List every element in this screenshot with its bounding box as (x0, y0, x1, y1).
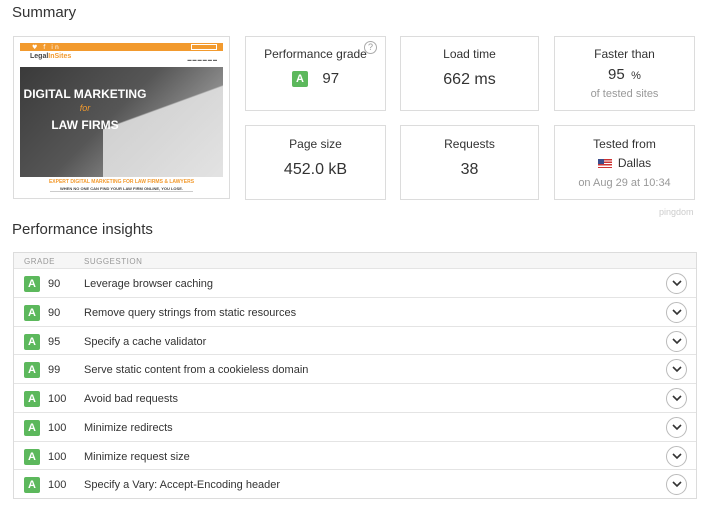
requests-label: Requests (444, 137, 495, 151)
chevron-down-icon (672, 280, 682, 287)
page-size-label: Page size (289, 137, 342, 151)
table-row[interactable]: A 99 Serve static content from a cookiel… (14, 355, 696, 384)
chevron-down-icon (672, 337, 682, 344)
grade-badge: A (24, 304, 40, 321)
table-row[interactable]: A 100 Avoid bad requests (14, 384, 696, 413)
tested-from-card: Tested from Dallas on Aug 29 at 10:34 (554, 125, 695, 200)
row-score: 90 (48, 306, 61, 319)
performance-grade-card: ? Performance grade A 97 (245, 36, 386, 111)
grade-badge: A (24, 276, 40, 292)
preview-headline-1: DIGITAL MARKETING (23, 87, 147, 101)
page-size-value: 452.0 kB (283, 161, 348, 178)
preview-menu: ▬ ▬ ▬ ▬ ▬ ▬ (187, 57, 217, 62)
row-score: 100 (48, 450, 67, 463)
expand-button[interactable] (666, 445, 687, 467)
insights-table-header: GRADE SUGGESTION (14, 253, 696, 269)
preview-headline-3: LAW FIRMS (51, 118, 119, 132)
row-suggestion: Minimize redirects (84, 421, 173, 434)
chevron-down-icon (672, 481, 682, 488)
table-row[interactable]: A 90 Remove query strings from static re… (14, 298, 696, 327)
chevron-down-icon (672, 452, 682, 459)
faster-than-label: Faster than (594, 47, 655, 61)
faster-than-unit: % (631, 70, 641, 82)
expand-button[interactable] (666, 273, 687, 294)
expand-button[interactable] (666, 474, 687, 496)
grade-badge: A (24, 477, 40, 494)
grade-badge: A (291, 70, 308, 87)
row-suggestion: Specify a Vary: Accept-Encoding header (84, 479, 281, 492)
load-time-value: 662 ms (443, 71, 496, 88)
table-row[interactable]: A 100 Minimize request size (14, 442, 696, 471)
preview-tagline: EXPERT DIGITAL MARKETING FOR LAW FIRMS &… (48, 179, 195, 185)
row-score: 100 (48, 479, 67, 492)
chevron-down-icon (672, 309, 682, 315)
expand-button[interactable] (666, 388, 687, 409)
grade-badge: A (24, 419, 40, 436)
tested-from-sub: on Aug 29 at 10:34 (578, 177, 671, 189)
summary-heading: Summary (12, 4, 77, 21)
row-suggestion: Remove query strings from static resourc… (84, 306, 297, 319)
row-suggestion: Serve static content from a cookieless d… (84, 364, 309, 377)
grade-badge: A (24, 448, 40, 465)
faster-than-card: Faster than 95 % of tested sites (554, 36, 695, 111)
faster-than-value-row: 95 % (555, 66, 694, 84)
row-score: 95 (48, 335, 61, 348)
table-row[interactable]: A 100 Minimize redirects (14, 413, 696, 442)
table-row[interactable]: A 95 Specify a cache validator (14, 327, 696, 356)
row-suggestion: Avoid bad requests (84, 393, 178, 405)
requests-card: Requests 38 (400, 125, 539, 200)
row-suggestion: Leverage browser caching (84, 278, 214, 290)
tested-from-label: Tested from (593, 137, 656, 151)
chevron-down-icon (672, 395, 682, 402)
chevron-down-icon (672, 424, 682, 430)
preview-body-text (50, 191, 193, 192)
load-time-card: Load time 662 ms (400, 36, 539, 111)
performance-grade-value-row: A 97 (246, 70, 385, 88)
insights-table-body: A 90 Leverage browser caching A 90 Remov… (14, 269, 696, 499)
preview-headline-2: for (79, 103, 91, 113)
column-header-grade: GRADE (24, 257, 55, 266)
site-screenshot-image: ♥ f in LegalInSites ▬ ▬ ▬ ▬ ▬ ▬ DIGITAL … (20, 43, 223, 192)
tested-from-location-row: Dallas (555, 156, 694, 170)
pingdom-logo: pingdom (659, 207, 694, 217)
site-screenshot: ♥ f in LegalInSites ▬ ▬ ▬ ▬ ▬ ▬ DIGITAL … (13, 36, 230, 199)
expand-button[interactable] (666, 301, 687, 323)
expand-button[interactable] (666, 359, 687, 381)
grade-badge: A (24, 362, 40, 379)
chevron-down-icon (672, 366, 682, 373)
expand-button[interactable] (666, 330, 687, 352)
table-row[interactable]: A 100 Specify a Vary: Accept-Encoding he… (14, 470, 696, 499)
table-row[interactable]: A 90 Leverage browser caching (14, 269, 696, 298)
insights-heading: Performance insights (12, 221, 153, 238)
grade-badge: A (24, 333, 40, 350)
faster-than-value: 95 (608, 66, 625, 83)
column-header-suggestion: SUGGESTION (84, 257, 143, 266)
grade-badge: A (24, 391, 40, 407)
preview-cta (191, 44, 217, 50)
row-suggestion: Minimize request size (84, 450, 190, 463)
social-icons: ♥ f in (32, 44, 61, 51)
row-score: 100 (48, 421, 67, 434)
row-suggestion: Specify a cache validator (84, 335, 207, 348)
preview-logo: LegalInSites (30, 53, 72, 60)
load-time-label: Load time (443, 47, 496, 61)
row-score: 99 (48, 364, 61, 377)
faster-than-sub: of tested sites (590, 88, 659, 100)
row-score: 100 (48, 393, 67, 405)
performance-grade-value: 97 (322, 70, 340, 88)
tested-from-location: Dallas (617, 156, 652, 170)
page-size-card: Page size 452.0 kB (245, 125, 386, 200)
performance-grade-label: Performance grade (264, 47, 367, 61)
requests-value: 38 (460, 161, 479, 178)
expand-button[interactable] (666, 416, 687, 438)
us-flag-icon (597, 159, 612, 169)
insights-table: GRADE SUGGESTION A 90 Leverage browser c… (13, 252, 697, 499)
row-score: 90 (48, 278, 61, 290)
